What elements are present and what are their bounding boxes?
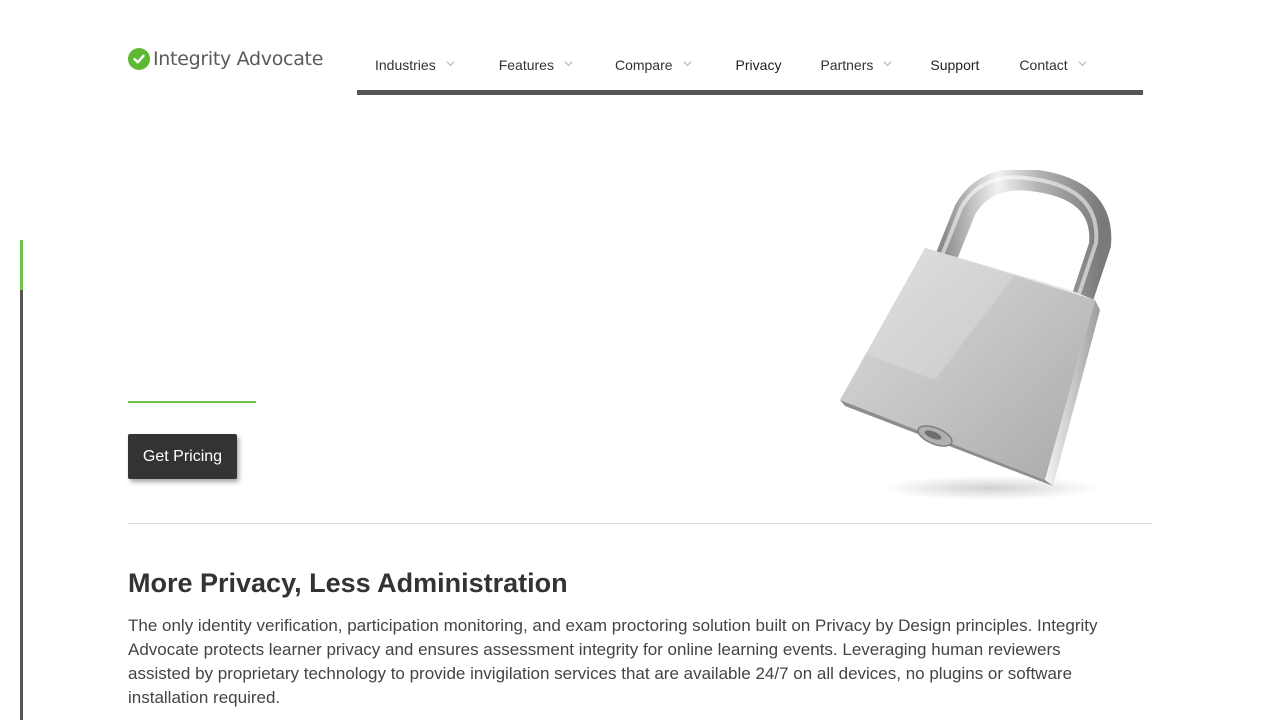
- nav-item-label: Partners: [820, 57, 874, 73]
- logo-link[interactable]: Integrity Advocate: [128, 48, 323, 70]
- chevron-down-icon: [446, 61, 455, 67]
- nav-item-label: Support: [930, 57, 980, 73]
- page: Integrity Advocate Industries Features C…: [0, 0, 1280, 720]
- get-pricing-button[interactable]: Get Pricing: [128, 434, 237, 479]
- main-nav: Industries Features Compare Privacy Part…: [357, 48, 1143, 95]
- nav-item-label: Industries: [375, 57, 436, 73]
- nav-item-label: Compare: [614, 57, 673, 73]
- nav-item-privacy[interactable]: Privacy: [736, 48, 782, 82]
- padlock-icon: [840, 170, 1112, 500]
- chevron-down-icon: [683, 61, 692, 67]
- chevron-down-icon: [564, 61, 573, 67]
- section-body: The only identity verification, particip…: [128, 616, 1098, 707]
- scroll-progress-rail: [20, 240, 23, 720]
- chevron-down-icon: [883, 61, 892, 67]
- nav-item-contact[interactable]: Contact: [1019, 48, 1087, 82]
- nav-item-industries[interactable]: Industries: [375, 48, 455, 82]
- nav-item-support[interactable]: Support: [930, 48, 979, 82]
- chevron-down-icon: [1078, 61, 1087, 67]
- nav-item-label: Privacy: [735, 57, 782, 73]
- scroll-progress-fill: [20, 240, 23, 290]
- hero-accent-line: [128, 401, 256, 403]
- logo-text: Integrity Advocate: [153, 48, 324, 70]
- nav-item-label: Contact: [1019, 57, 1068, 73]
- section-title: More Privacy, Less Administration: [128, 568, 568, 598]
- nav-item-label: Features: [498, 57, 554, 73]
- nav-item-compare[interactable]: Compare: [615, 48, 692, 82]
- nav-item-partners[interactable]: Partners: [820, 48, 892, 82]
- nav-item-features[interactable]: Features: [499, 48, 573, 82]
- check-circle-icon: [128, 48, 150, 70]
- section-divider: [128, 523, 1152, 524]
